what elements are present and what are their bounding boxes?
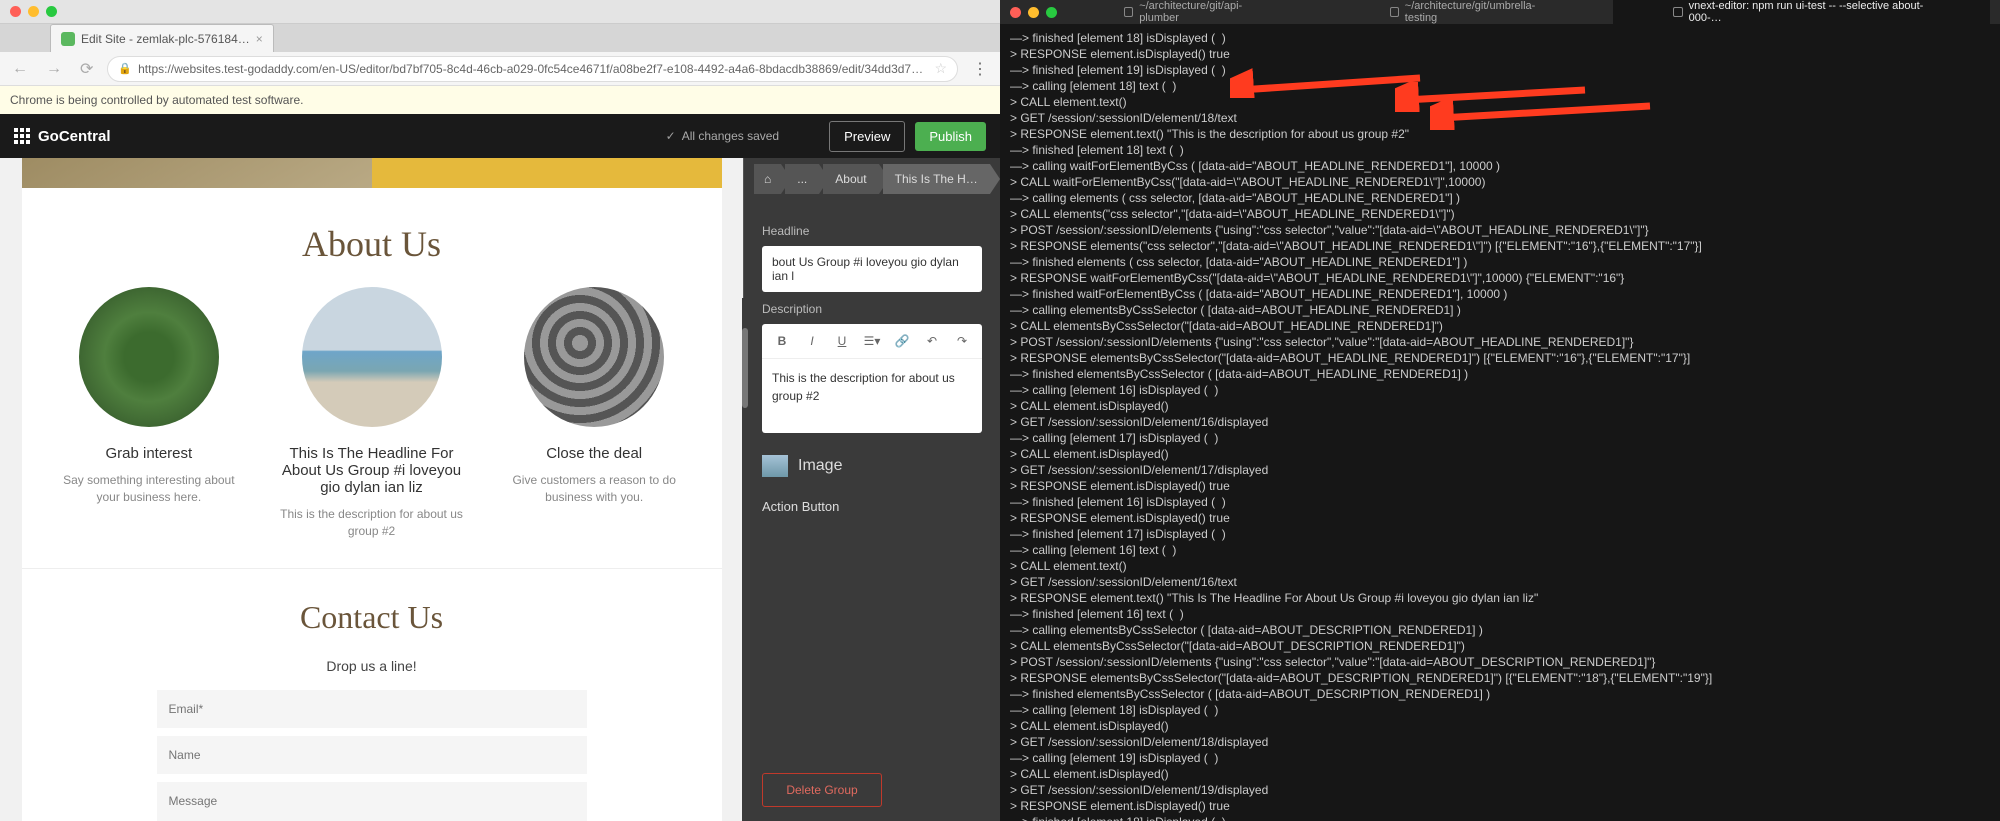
about-headline-3: Close the deal xyxy=(499,445,690,462)
term-tab-2-label: ~/architecture/git/umbrella-testing xyxy=(1405,0,1552,24)
close-window-icon[interactable] xyxy=(1010,7,1021,18)
term-tab-3[interactable]: vnext-editor: npm run ui-test -- --selec… xyxy=(1613,0,1990,24)
minimize-window-icon[interactable] xyxy=(28,6,39,17)
folder-icon xyxy=(1124,7,1133,17)
save-status: ✓ All changes saved xyxy=(666,129,779,143)
tab-title: Edit Site - zemlak-plc-576184… xyxy=(81,32,250,46)
editor-body: About Us Grab interest Say something int… xyxy=(0,158,1000,821)
about-body-2: This is the description for about us gro… xyxy=(276,506,467,540)
home-icon: ⌂ xyxy=(764,172,771,186)
zoom-window-icon[interactable] xyxy=(1046,7,1057,18)
window-controls xyxy=(0,0,1000,24)
minimize-window-icon[interactable] xyxy=(1028,7,1039,18)
browser-window: Edit Site - zemlak-plc-576184… × ← → ⟳ 🔒… xyxy=(0,0,1000,821)
email-field[interactable] xyxy=(157,690,587,728)
rte-toolbar: B I U ☰▾ 🔗 ↶ ↷ xyxy=(762,324,982,359)
zoom-window-icon[interactable] xyxy=(46,6,57,17)
term-tab-1-label: ~/architecture/git/api-plumber xyxy=(1139,0,1267,24)
apps-icon[interactable] xyxy=(14,128,30,144)
lock-icon: 🔒 xyxy=(118,62,132,75)
term-tab-2[interactable]: ~/architecture/git/umbrella-testing xyxy=(1330,0,1612,24)
save-status-text: All changes saved xyxy=(682,129,779,143)
folder-icon xyxy=(1390,7,1399,17)
link-icon[interactable]: 🔗 xyxy=(888,329,916,353)
forward-icon: → xyxy=(42,60,66,78)
about-col-3[interactable]: Close the deal Give customers a reason t… xyxy=(491,287,698,540)
about-col-2[interactable]: This Is The Headline For About Us Group … xyxy=(268,287,475,540)
brand-text: GoCentral xyxy=(38,128,111,145)
terminal-log[interactable]: —> finished [element 18] isDisplayed ( )… xyxy=(1000,24,2000,821)
publish-button[interactable]: Publish xyxy=(915,122,986,151)
headline-input[interactable]: bout Us Group #i loveyou gio dylan ian l xyxy=(762,246,982,292)
contact-subtitle: Drop us a line! xyxy=(22,658,722,674)
reload-icon[interactable]: ⟳ xyxy=(76,59,97,79)
close-window-icon[interactable] xyxy=(10,6,21,17)
about-image-3 xyxy=(524,287,664,427)
contact-section[interactable]: Contact Us Drop us a line! xyxy=(22,568,722,821)
terminal-titlebar: ~/architecture/git/api-plumber ~/archite… xyxy=(1000,0,2000,24)
underline-icon[interactable]: U xyxy=(828,329,856,353)
image-label: Image xyxy=(798,457,842,475)
bookmark-icon[interactable]: ☆ xyxy=(934,60,947,77)
about-body-1: Say something interesting about your bus… xyxy=(54,472,245,506)
app-header: GoCentral ✓ All changes saved Preview Pu… xyxy=(0,114,1000,158)
term-tab-1[interactable]: ~/architecture/git/api-plumber xyxy=(1064,0,1328,24)
action-button-row[interactable]: Action Button xyxy=(762,499,982,514)
undo-icon[interactable]: ↶ xyxy=(918,329,946,353)
delete-group-button[interactable]: Delete Group xyxy=(762,773,882,807)
annotation-arrow-3 xyxy=(1430,100,1660,130)
url-text: https://websites.test-godaddy.com/en-US/… xyxy=(138,62,928,76)
url-field[interactable]: 🔒 https://websites.test-godaddy.com/en-U… xyxy=(107,56,958,82)
about-image-2 xyxy=(302,287,442,427)
folder-icon xyxy=(1673,7,1682,17)
check-icon: ✓ xyxy=(666,129,676,143)
headline-label: Headline xyxy=(762,224,982,238)
about-image-1 xyxy=(79,287,219,427)
image-row[interactable]: Image xyxy=(762,455,982,477)
redo-icon[interactable]: ↷ xyxy=(948,329,976,353)
about-body-3: Give customers a reason to do business w… xyxy=(499,472,690,506)
terminal-window: ~/architecture/git/api-plumber ~/archite… xyxy=(1000,0,2000,821)
message-field[interactable] xyxy=(157,782,587,821)
breadcrumb: ⌂ ... About This Is The H… xyxy=(744,158,1000,200)
about-section[interactable]: About Us Grab interest Say something int… xyxy=(22,188,722,568)
list-icon[interactable]: ☰▾ xyxy=(858,329,886,353)
menu-icon[interactable]: ⋮ xyxy=(968,59,992,79)
page-preview: About Us Grab interest Say something int… xyxy=(22,158,722,821)
contact-form xyxy=(157,690,587,821)
address-bar: ← → ⟳ 🔒 https://websites.test-godaddy.co… xyxy=(0,52,1000,86)
favicon-icon xyxy=(61,32,75,46)
close-tab-icon[interactable]: × xyxy=(256,32,263,46)
description-textarea[interactable]: This is the description for about us gro… xyxy=(762,359,982,433)
scrollbar[interactable] xyxy=(742,298,748,821)
about-headline-1: Grab interest xyxy=(54,445,245,462)
italic-icon[interactable]: I xyxy=(798,329,826,353)
crumb-current[interactable]: This Is The H… xyxy=(883,164,990,194)
name-field[interactable] xyxy=(157,736,587,774)
contact-title: Contact Us xyxy=(22,599,722,636)
bold-icon[interactable]: B xyxy=(768,329,796,353)
infobar-text: Chrome is being controlled by automated … xyxy=(10,93,303,107)
crumb-dots[interactable]: ... xyxy=(785,164,819,194)
description-label: Description xyxy=(762,302,982,316)
crumb-home[interactable]: ⌂ xyxy=(754,164,781,194)
about-col-1[interactable]: Grab interest Say something interesting … xyxy=(46,287,253,540)
brand[interactable]: GoCentral xyxy=(14,128,111,145)
preview-button[interactable]: Preview xyxy=(829,121,905,152)
hero-strip xyxy=(22,158,722,188)
terminal-tabs: ~/architecture/git/api-plumber ~/archite… xyxy=(1064,0,1990,24)
page-canvas[interactable]: About Us Grab interest Say something int… xyxy=(0,158,743,821)
sidebar: ⌂ ... About This Is The H… Headline bout… xyxy=(743,158,1000,821)
term-tab-3-label: vnext-editor: npm run ui-test -- --selec… xyxy=(1689,0,1930,24)
tab-bar: Edit Site - zemlak-plc-576184… × xyxy=(0,24,1000,52)
scroll-thumb[interactable] xyxy=(742,328,748,408)
about-title: About Us xyxy=(46,223,698,265)
back-icon[interactable]: ← xyxy=(8,60,32,78)
crumb-about[interactable]: About xyxy=(823,164,878,194)
automation-infobar: Chrome is being controlled by automated … xyxy=(0,86,1000,114)
about-headline-2: This Is The Headline For About Us Group … xyxy=(276,445,467,496)
browser-tab[interactable]: Edit Site - zemlak-plc-576184… × xyxy=(50,24,274,52)
image-thumb xyxy=(762,455,788,477)
side-panel: Headline bout Us Group #i loveyou gio dy… xyxy=(744,200,1000,528)
